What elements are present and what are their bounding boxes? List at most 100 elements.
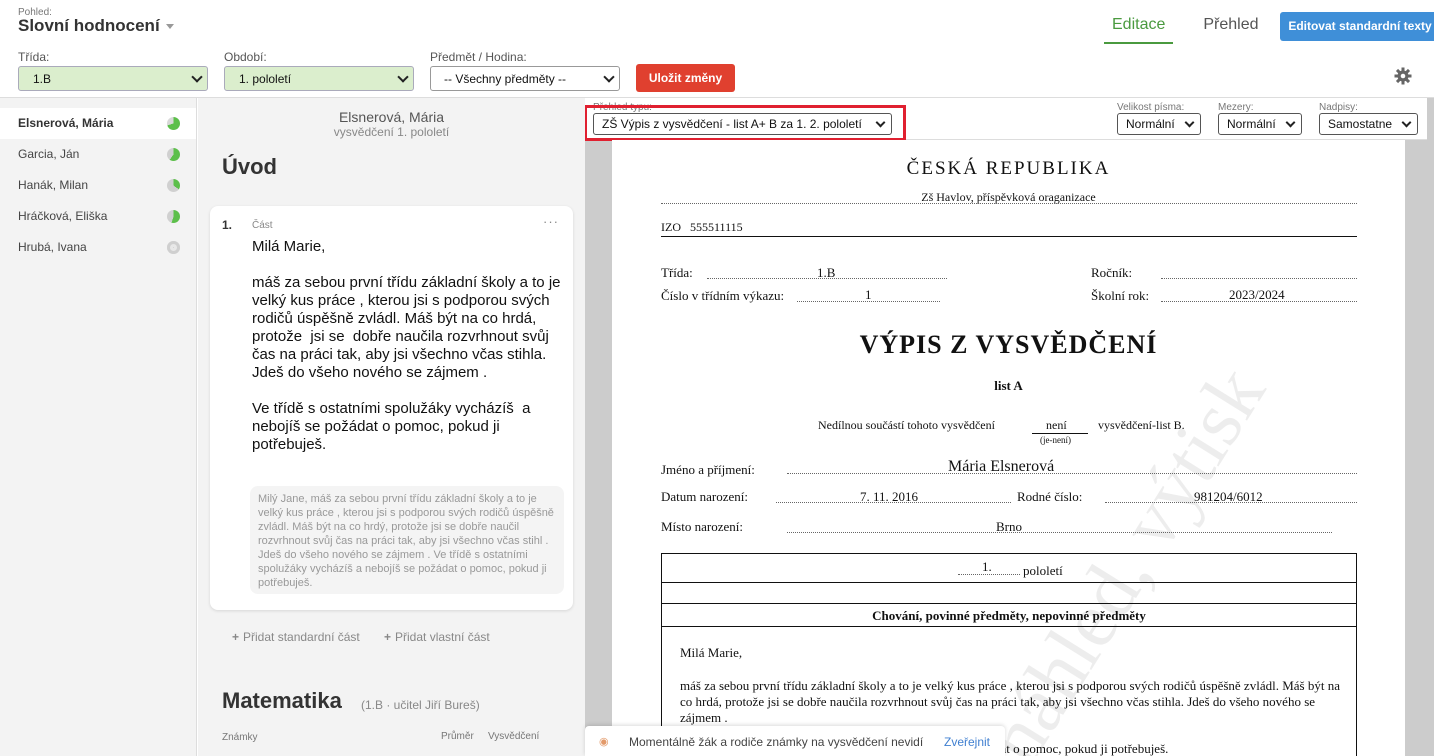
spacing-label: Mezery:	[1218, 102, 1254, 113]
nav-tabs: Editace Přehled	[1104, 10, 1289, 44]
class-label: Třída:	[18, 50, 50, 64]
highlight-box	[585, 105, 906, 141]
doc-section: Chování, povinné předměty, nepovinné pře…	[872, 608, 1146, 623]
publish-link[interactable]: Zveřejnit	[944, 735, 990, 749]
font-size-label: Velikost písma:	[1117, 102, 1185, 113]
doc-part-of-note: (je-není)	[1040, 435, 1071, 445]
student-name: Hráčková, Eliška	[18, 209, 108, 223]
more-options-icon[interactable]: ···	[543, 214, 559, 229]
doc-izo: 555511115	[690, 220, 743, 234]
dotted-line	[1161, 278, 1357, 279]
chevron-down-icon	[191, 71, 203, 83]
text-part-card[interactable]: 1. Část ··· Milá Marie, máš za sebou prv…	[210, 206, 573, 610]
section-title-uvod: Úvod	[222, 154, 277, 179]
certificate-label: Vysvědčení	[488, 731, 540, 742]
doc-dob-label: Datum narození:	[661, 489, 748, 504]
math-teacher-info: (1.B · učitel Jiří Bureš)	[361, 698, 480, 712]
add-standard-part-label: Přidat standardní část	[243, 630, 360, 644]
standard-text-hint: Milý Jane, máš za sebou první třídu zákl…	[250, 486, 564, 594]
doc-izo-label: IZO	[661, 220, 681, 234]
font-size-value: Normální	[1126, 117, 1175, 131]
add-standard-part-button[interactable]: + Přidat standardní část	[232, 630, 360, 644]
student-name: Hrubá, Ivana	[18, 240, 87, 254]
student-name: Elsnerová, Mária	[18, 116, 114, 130]
doc-name-value: Mária Elsnerová	[948, 458, 1055, 475]
doc-country: ČESKÁ REPUBLIKA	[906, 158, 1111, 179]
eye-slash-icon: ◉	[599, 736, 609, 748]
doc-list: list A	[994, 378, 1023, 393]
progress-pie-icon	[167, 210, 180, 223]
view-value: Slovní hodnocení	[18, 16, 160, 35]
headings-select[interactable]: Samostatne	[1319, 113, 1418, 135]
spacing-value: Normální	[1227, 117, 1276, 131]
edit-standard-texts-button[interactable]: Editovat standardní texty	[1280, 12, 1434, 41]
student-item[interactable]: Hrubá, Ivana	[0, 232, 196, 263]
editor-student-name: Elsnerová, Mária	[338, 109, 445, 125]
chevron-down-icon	[1285, 117, 1296, 128]
student-item[interactable]: Garcia, Ján	[0, 139, 196, 170]
class-select-value: 1.B	[33, 72, 52, 86]
empty-row	[661, 582, 1357, 604]
subject-select[interactable]: -- Všechny předměty --	[430, 66, 620, 91]
headings-value: Samostatne	[1328, 117, 1393, 131]
font-size-select[interactable]: Normální	[1117, 113, 1201, 135]
student-item[interactable]: Hráčková, Eliška	[0, 201, 196, 232]
student-item[interactable]: Hanák, Milan	[0, 170, 196, 201]
visibility-notice: ◉ Momentálně žák a rodiče známky na vysv…	[585, 726, 1005, 756]
subject-select-value: -- Všechny předměty --	[444, 72, 567, 86]
headings-label: Nadpisy:	[1319, 102, 1358, 113]
add-own-part-button[interactable]: + Přidat vlastní část	[384, 630, 490, 644]
plus-icon: +	[384, 630, 392, 644]
doc-body: máš za sebou první třídu základní školy …	[680, 678, 1340, 725]
period-select-value: 1. pololetí	[239, 72, 292, 86]
part-number: 1.	[222, 218, 233, 232]
tab-prehled[interactable]: Přehled	[1195, 10, 1266, 44]
certificate-preview: Přehled typu: ZŠ Výpis z vysvědčení - li…	[585, 98, 1434, 756]
period-select[interactable]: 1. pololetí	[224, 66, 414, 91]
class-select[interactable]: 1.B	[18, 66, 208, 91]
part-label: Část	[252, 220, 273, 231]
average-label: Průměr	[441, 731, 474, 742]
student-name: Garcia, Ján	[18, 147, 80, 161]
progress-pie-icon	[167, 179, 180, 192]
doc-pob-label: Místo narození:	[661, 519, 743, 534]
chevron-down-icon	[397, 71, 409, 83]
certificate-page: náhled, výtisk ČESKÁ REPUBLIKA Zš Havlov…	[612, 140, 1405, 756]
doc-period-word: pololetí	[1023, 563, 1063, 578]
doc-part-of-1: Nedílnou součástí tohoto vysvědčení	[818, 418, 995, 432]
doc-name-label: Jméno a příjmení:	[661, 462, 755, 477]
student-name: Hanák, Milan	[18, 178, 89, 192]
spacing-select[interactable]: Normální	[1218, 113, 1302, 135]
notice-text: Momentálně žák a rodiče známky na vysvěd…	[629, 735, 924, 749]
period-label: Období:	[224, 50, 267, 64]
period-row: 1. pololetí	[661, 553, 1357, 583]
student-item[interactable]: Elsnerová, Mária	[0, 108, 196, 139]
doc-rc-label: Rodné číslo:	[1017, 489, 1083, 504]
student-list: Elsnerová, Mária Garcia, Ján Hanák, Mila…	[0, 98, 197, 756]
part-text-editor[interactable]: Milá Marie, máš za sebou první třídu zák…	[252, 238, 564, 454]
view-selector[interactable]: Slovní hodnocení	[18, 16, 174, 36]
gear-icon[interactable]	[1393, 66, 1413, 86]
progress-pie-icon	[167, 117, 180, 130]
doc-title: VÝPIS Z VYSVĚDČENÍ	[859, 330, 1158, 359]
chevron-down-icon	[603, 71, 615, 83]
chevron-down-icon	[1401, 117, 1412, 128]
section-title-matematika: Matematika	[222, 688, 342, 713]
doc-pob-value: Brno	[996, 519, 1022, 534]
doc-greeting: Milá Marie,	[680, 645, 743, 660]
dotted-line	[787, 473, 1357, 474]
subject-label: Předmět / Hodina:	[430, 50, 527, 64]
doc-part-of-2: vysvědčení-list B.	[1098, 418, 1185, 432]
progress-pie-icon	[167, 241, 180, 254]
doc-rc-value: 981204/6012	[1194, 489, 1263, 504]
doc-grade-label: Ročník:	[1091, 265, 1133, 280]
save-changes-button[interactable]: Uložit změny	[636, 64, 735, 92]
tab-editace[interactable]: Editace	[1104, 10, 1174, 44]
doc-year-value: 2023/2024	[1229, 287, 1285, 302]
dotted-line	[661, 203, 1357, 204]
divider-line	[661, 236, 1357, 237]
caret-down-icon	[165, 24, 174, 30]
section-row: Chování, povinné předměty, nepovinné pře…	[661, 603, 1357, 627]
chevron-down-icon	[1184, 117, 1195, 128]
doc-reg-value: 1	[865, 287, 872, 302]
